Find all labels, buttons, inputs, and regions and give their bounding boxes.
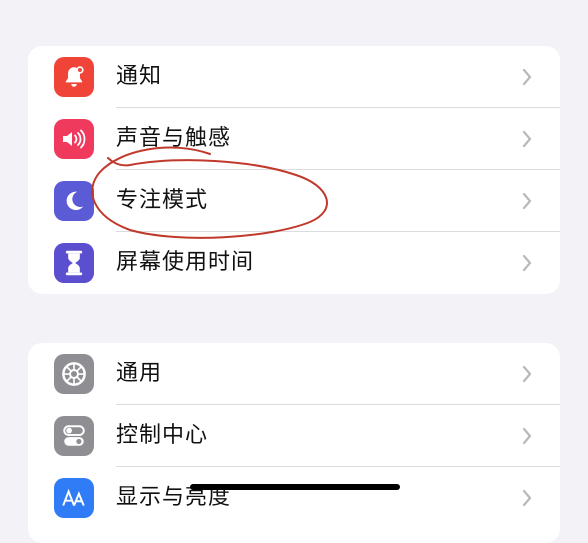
home-indicator <box>190 484 400 490</box>
settings-row-label: 通用 <box>116 361 163 386</box>
settings-row-notifications[interactable]: 通知 <box>28 46 560 108</box>
settings-row-sounds[interactable]: 声音与触感 <box>28 108 560 170</box>
chevron-right-icon <box>522 130 532 148</box>
chevron-right-icon <box>522 365 532 383</box>
settings-row-focus[interactable]: 专注模式 <box>28 170 560 232</box>
settings-row-control-center[interactable]: 控制中心 <box>28 405 560 467</box>
settings-row-general[interactable]: 通用 <box>28 343 560 405</box>
chevron-right-icon <box>522 254 532 272</box>
settings-row-label: 屏幕使用时间 <box>116 250 255 275</box>
settings-row-label: 专注模式 <box>116 188 209 213</box>
gear-icon <box>54 354 94 394</box>
settings-row-label: 声音与触感 <box>116 126 232 151</box>
speaker-icon <box>54 119 94 159</box>
settings-row-display[interactable]: 显示与亮度 <box>28 467 560 529</box>
bell-icon <box>54 57 94 97</box>
chevron-right-icon <box>522 427 532 445</box>
chevron-right-icon <box>522 489 532 507</box>
moon-icon <box>54 181 94 221</box>
settings-row-label: 控制中心 <box>116 423 209 448</box>
settings-row-label: 显示与亮度 <box>116 485 232 510</box>
settings-group-1: 通知 声音与触感 专注模式 屏幕使用时间 <box>28 46 560 294</box>
settings-row-label: 通知 <box>116 64 163 89</box>
hourglass-icon <box>54 243 94 283</box>
chevron-right-icon <box>522 68 532 86</box>
toggles-icon <box>54 416 94 456</box>
chevron-right-icon <box>522 192 532 210</box>
settings-group-2: 通用 控制中心 显示与亮度 <box>28 343 560 543</box>
settings-row-screen-time[interactable]: 屏幕使用时间 <box>28 232 560 294</box>
text-size-icon <box>54 478 94 518</box>
